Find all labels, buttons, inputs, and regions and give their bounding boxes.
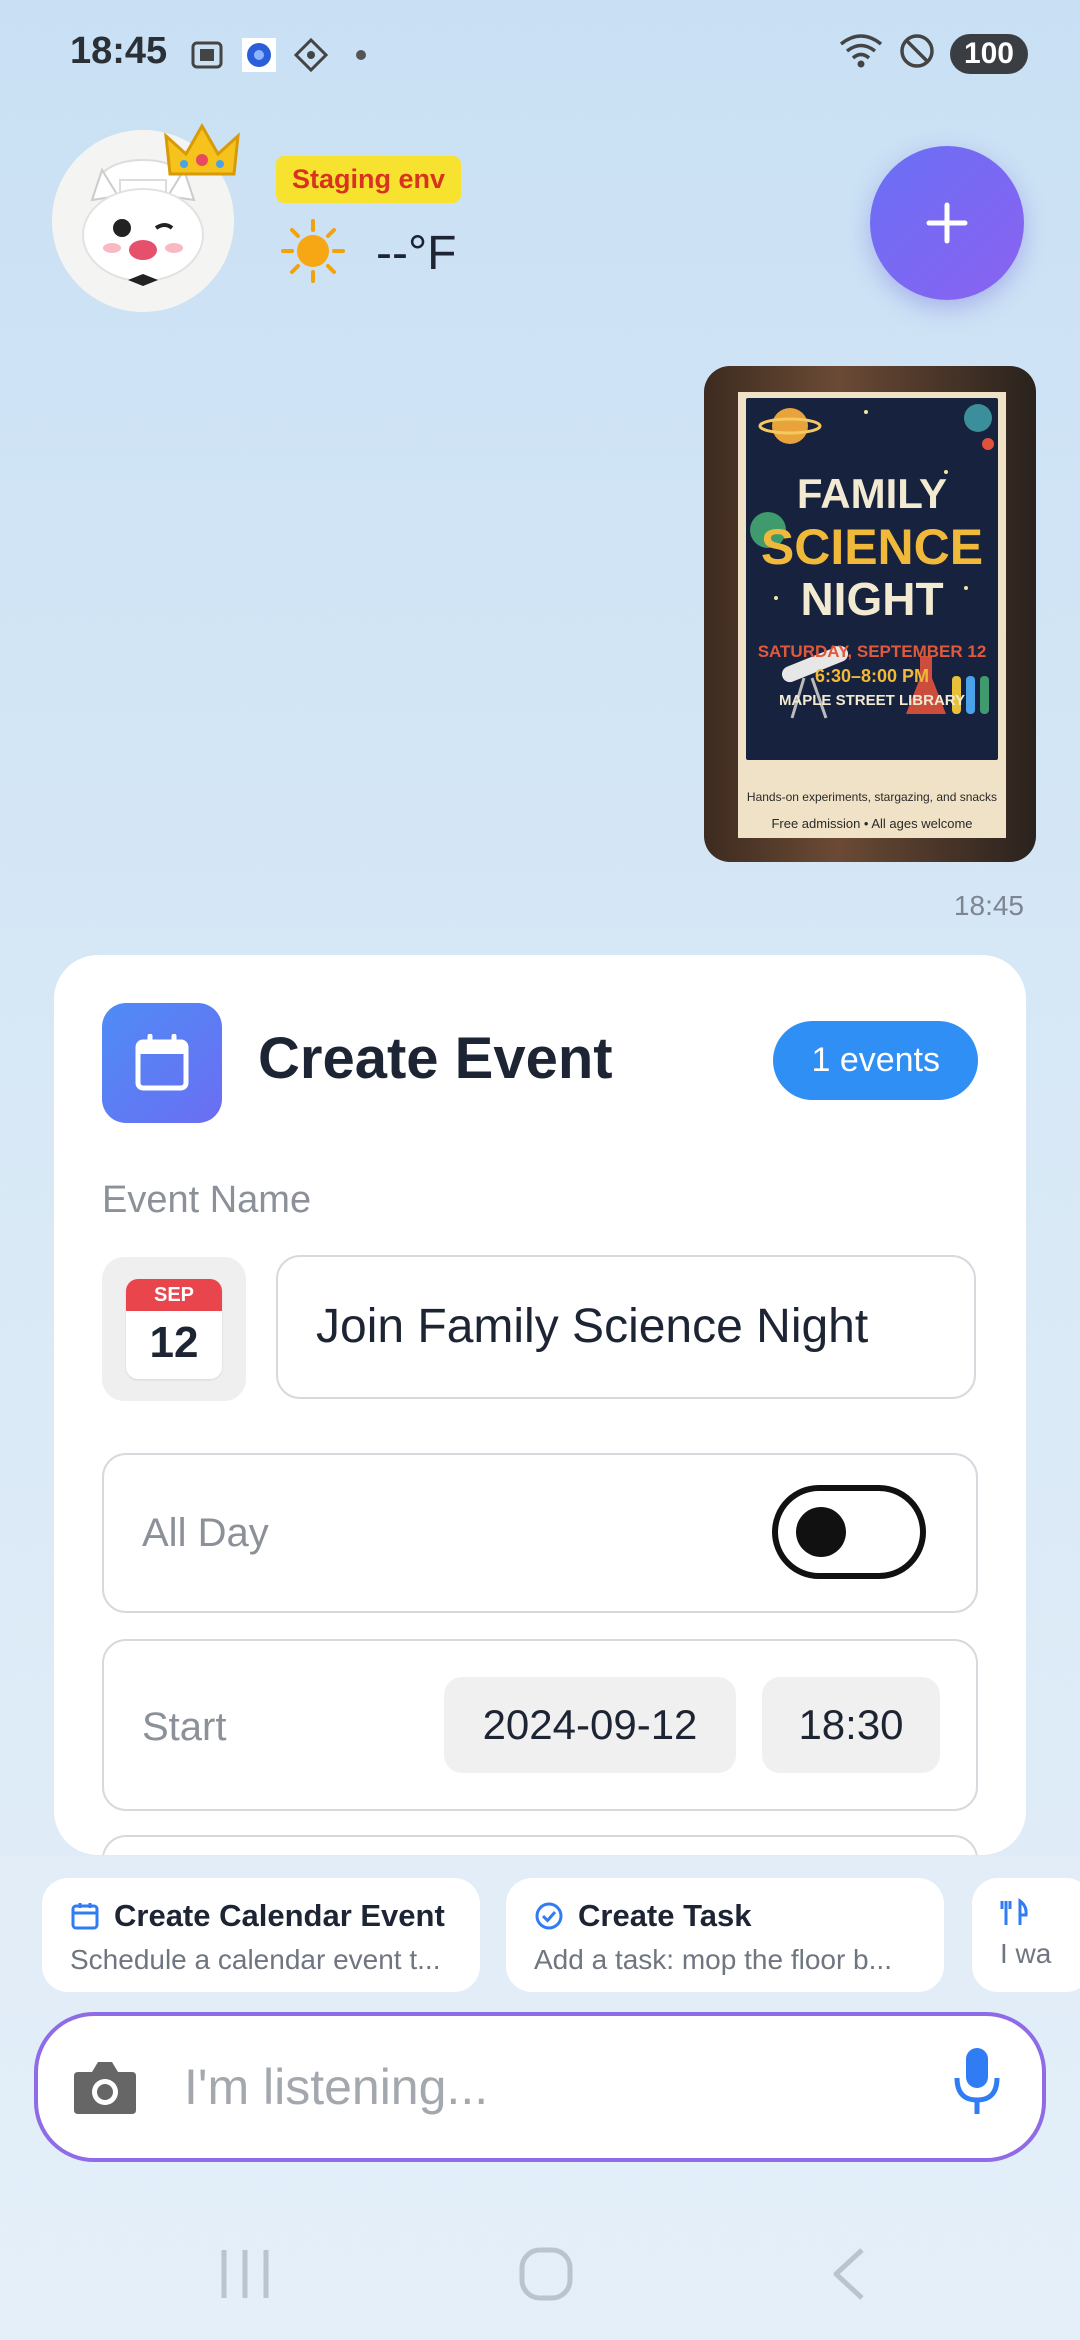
poster-footer: Free admission • All ages welcome — [771, 816, 973, 831]
suggestion-subtitle: I wa — [1000, 1938, 1052, 1969]
status-bar: 18:45 100 — [0, 0, 1080, 110]
start-label: Start — [142, 1705, 227, 1749]
poster-title-line1: FAMILY — [796, 470, 948, 517]
start-row: Start 2024-09-12 18:30 — [102, 1639, 978, 1811]
weather-widget: --°F — [280, 218, 456, 289]
wifi-icon — [838, 32, 884, 75]
poster-note: Hands-on experiments, stargazing, and sn… — [746, 790, 998, 804]
poster-title-line3: NIGHT — [800, 573, 944, 625]
suggestion-subtitle: Schedule a calendar event t... — [70, 1944, 441, 1975]
mini-calendar-day: 12 — [149, 1318, 199, 1367]
status-time: 18:45 — [70, 30, 168, 72]
all-day-label: All Day — [142, 1511, 269, 1555]
all-day-toggle[interactable] — [772, 1485, 926, 1579]
recent-apps-icon[interactable] — [218, 2246, 272, 2307]
sun-icon — [280, 218, 346, 289]
camera-icon[interactable] — [72, 2056, 138, 2121]
add-button[interactable] — [870, 146, 1024, 300]
do-not-disturb-icon — [898, 32, 936, 75]
suggestion-title: Create Calendar Event — [114, 1898, 445, 1933]
suggestions-strip: Create Calendar Event Schedule a calenda… — [0, 1856, 1080, 2016]
suggestion-partial[interactable]: I wa — [972, 1878, 1080, 1992]
system-navigation-bar — [0, 2210, 1080, 2340]
message-timestamp: 18:45 — [953, 890, 1024, 921]
toggle-knob — [796, 1507, 846, 1557]
calendar-icon — [71, 1903, 99, 1930]
poster-place: MAPLE STREET LIBRARY — [778, 692, 966, 709]
environment-badge: Staging env — [276, 156, 462, 203]
poster-title-line2: SCIENCE — [760, 519, 984, 575]
uploaded-poster-image[interactable]: FAMILY SCIENCE NIGHT SATURDAY, SEPTEMBER… — [704, 366, 1036, 862]
chat-input-bar[interactable]: I'm listening... — [34, 2012, 1046, 2162]
suggestion-create-calendar-event[interactable]: Create Calendar Event Schedule a calenda… — [42, 1878, 480, 1992]
home-icon[interactable] — [518, 2246, 574, 2307]
end-row-partial — [102, 1835, 978, 1855]
restaurant-icon — [1000, 1898, 1028, 1925]
app-notification-icon — [240, 36, 278, 74]
event-date-tile[interactable]: SEP 12 — [102, 1257, 246, 1401]
suggestion-subtitle: Add a task: mop the floor b... — [534, 1944, 892, 1975]
crown-icon — [164, 120, 240, 189]
all-day-row: All Day — [102, 1453, 978, 1613]
event-name-input[interactable]: Join Family Science Night — [276, 1255, 976, 1399]
event-name-label: Event Name — [102, 1179, 312, 1221]
mini-calendar-month: SEP — [126, 1279, 222, 1311]
poster-hours: 6:30–8:00 PM — [814, 666, 930, 686]
status-notification-icons — [188, 36, 366, 74]
back-icon[interactable] — [828, 2246, 868, 2307]
poster-paper: FAMILY SCIENCE NIGHT SATURDAY, SEPTEMBER… — [738, 392, 1006, 838]
screenshot-icon — [188, 36, 226, 74]
start-date-chip[interactable]: 2024-09-12 — [444, 1677, 736, 1773]
temperature-text: --°F — [376, 227, 457, 280]
poster-date: SATURDAY, SEPTEMBER 12 — [757, 642, 987, 661]
calendar-icon — [102, 1003, 222, 1123]
mini-calendar-icon: SEP 12 — [126, 1279, 222, 1379]
microphone-icon[interactable] — [952, 2046, 1002, 2121]
start-time-chip[interactable]: 18:30 — [762, 1677, 940, 1773]
battery-indicator: 100 — [949, 33, 1028, 74]
suggestion-create-task[interactable]: Create Task Add a task: mop the floor b.… — [506, 1878, 944, 1992]
events-count-badge[interactable]: 1 events — [773, 1021, 978, 1100]
poster-board: FAMILY SCIENCE NIGHT SATURDAY, SEPTEMBER… — [746, 398, 998, 760]
plus-icon — [926, 202, 968, 244]
card-title: Create Event — [258, 1026, 613, 1091]
status-system-icons: 100 — [838, 32, 1028, 75]
input-placeholder: I'm listening... — [184, 2059, 489, 2115]
check-circle-icon — [535, 1902, 563, 1930]
suggestion-title: Create Task — [578, 1898, 752, 1933]
diamond-app-icon — [292, 36, 330, 74]
more-notifications-dot — [356, 50, 366, 60]
create-event-card: Create Event 1 events Event Name SEP 12 … — [54, 955, 1026, 1855]
